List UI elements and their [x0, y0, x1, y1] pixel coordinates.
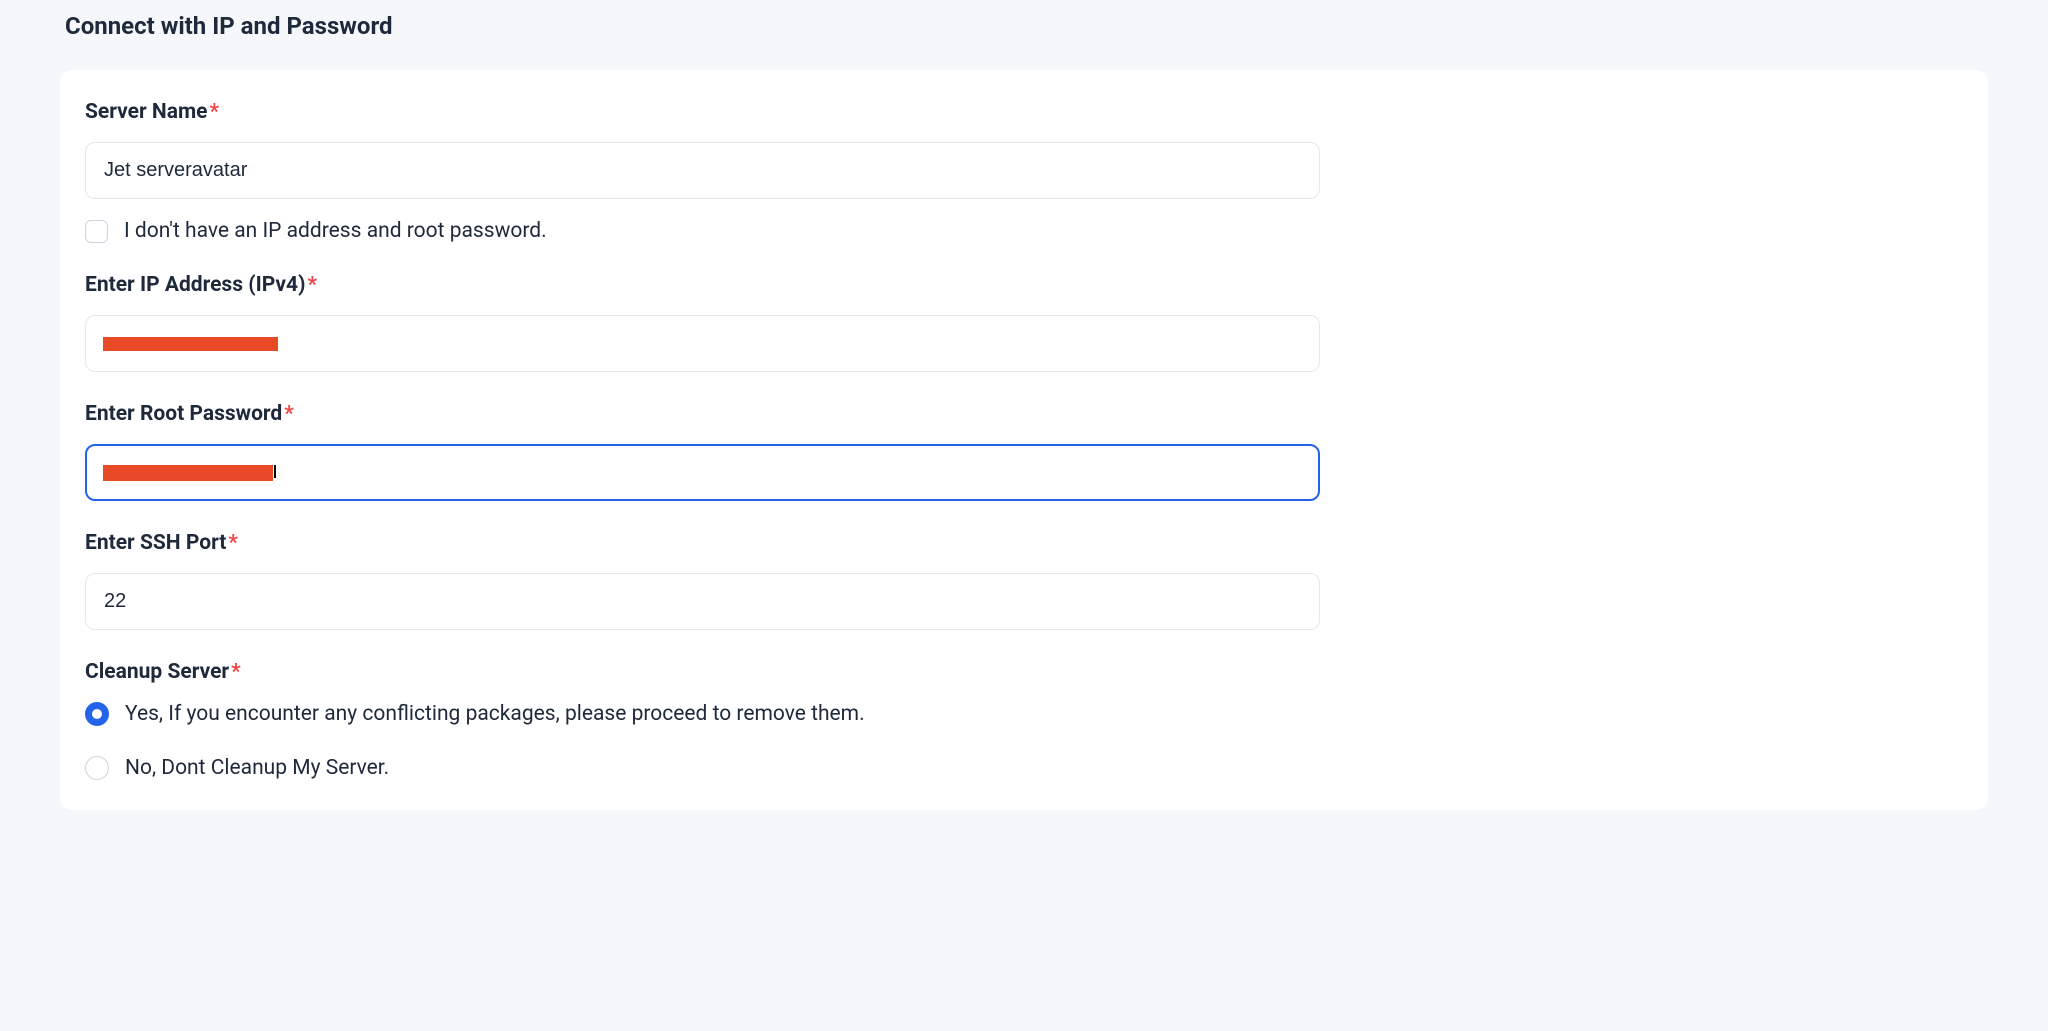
form-card: Server Name* I don't have an IP address …: [60, 70, 1988, 810]
section-title: Connect with IP and Password: [60, 0, 1988, 70]
required-star-icon: *: [228, 531, 238, 555]
cleanup-radio-yes-label: Yes, If you encounter any conflicting pa…: [125, 702, 865, 726]
server-name-input[interactable]: [85, 142, 1320, 199]
required-star-icon: *: [231, 660, 241, 684]
cleanup-radio-no-label: No, Dont Cleanup My Server.: [125, 756, 389, 780]
cleanup-radio-no-row: No, Dont Cleanup My Server.: [85, 756, 1320, 780]
cleanup-server-label: Cleanup Server*: [85, 660, 1320, 684]
cleanup-server-label-text: Cleanup Server: [85, 660, 229, 684]
cleanup-server-group: Cleanup Server* Yes, If you encounter an…: [85, 660, 1320, 780]
ssh-port-input[interactable]: [85, 573, 1320, 630]
ssh-port-group: Enter SSH Port*: [85, 531, 1320, 630]
cleanup-radio-yes[interactable]: [85, 702, 109, 726]
no-ip-checkbox-label: I don't have an IP address and root pass…: [124, 219, 547, 243]
server-name-label: Server Name*: [85, 100, 1320, 124]
no-ip-checkbox[interactable]: [85, 220, 108, 243]
root-password-group: Enter Root Password*: [85, 402, 1320, 501]
server-name-group: Server Name* I don't have an IP address …: [85, 100, 1320, 243]
root-password-input[interactable]: [85, 444, 1320, 501]
cleanup-radio-no[interactable]: [85, 756, 109, 780]
ip-address-group: Enter IP Address (IPv4)*: [85, 273, 1320, 372]
root-password-input-wrap: [85, 444, 1320, 501]
required-star-icon: *: [284, 402, 294, 426]
required-star-icon: *: [209, 100, 219, 124]
cleanup-radio-yes-row: Yes, If you encounter any conflicting pa…: [85, 702, 1320, 726]
ip-address-label: Enter IP Address (IPv4)*: [85, 273, 1320, 297]
page-container: Connect with IP and Password Server Name…: [0, 0, 2048, 810]
no-ip-checkbox-row: I don't have an IP address and root pass…: [85, 219, 1320, 243]
root-password-label-text: Enter Root Password: [85, 402, 282, 426]
root-password-label: Enter Root Password*: [85, 402, 1320, 426]
ip-address-label-text: Enter IP Address (IPv4): [85, 273, 305, 297]
ssh-port-label-text: Enter SSH Port: [85, 531, 226, 555]
ssh-port-label: Enter SSH Port*: [85, 531, 1320, 555]
ip-address-input[interactable]: [85, 315, 1320, 372]
form-inner: Server Name* I don't have an IP address …: [85, 100, 1320, 780]
server-name-label-text: Server Name: [85, 100, 207, 124]
ip-address-input-wrap: [85, 315, 1320, 372]
required-star-icon: *: [307, 273, 317, 297]
